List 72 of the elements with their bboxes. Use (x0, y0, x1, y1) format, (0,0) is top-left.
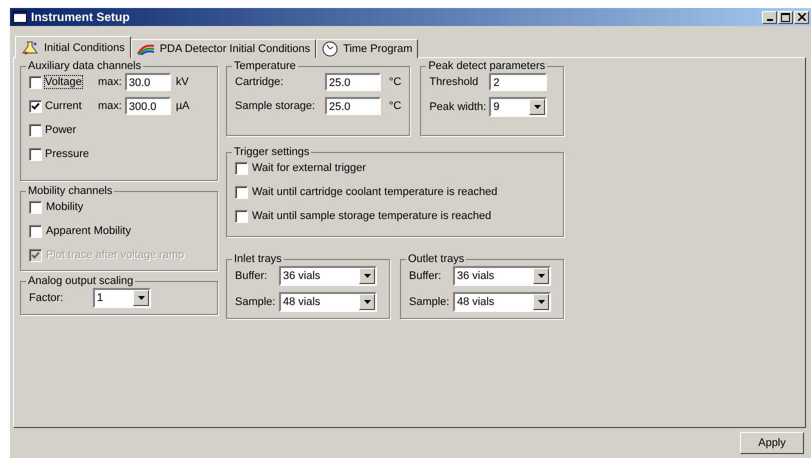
checkbox[interactable] (29, 124, 42, 136)
tab[interactable]: Time Program (316, 39, 418, 58)
input-field[interactable]: 2 (489, 73, 548, 91)
checkbox[interactable] (29, 76, 42, 88)
unit-label: µA (176, 100, 190, 112)
field-label: max: (98, 100, 122, 112)
field-label: Buffer: (235, 270, 268, 282)
maximize-icon (781, 12, 790, 22)
input-field[interactable]: 25.0 (325, 97, 381, 115)
checkbox-label[interactable]: Wait until cartridge coolant temperature is reached (252, 186, 498, 198)
tab[interactable]: PDA Detector Initial Conditions (130, 39, 316, 58)
group-title: Peak detect parameters (427, 60, 546, 72)
checkbox-label[interactable]: Wait for external trigger (252, 162, 366, 174)
checkbox-label[interactable]: Power (45, 124, 76, 136)
tray-dropdown[interactable]: 36 vials (453, 266, 551, 286)
group-title: Outlet trays (407, 253, 466, 265)
field-label: Threshold (429, 76, 480, 88)
checkbox-label[interactable]: Pressure (45, 148, 90, 160)
tray-dropdown[interactable]: 48 vials (279, 292, 377, 312)
group-title: Trigger settings (233, 146, 310, 158)
checkbox-label[interactable]: Voltage (45, 76, 82, 88)
checkbox[interactable] (29, 148, 42, 160)
unit-label: kV (176, 76, 189, 88)
caret-icon (364, 300, 370, 304)
minimize-button[interactable] (762, 10, 777, 24)
group-title: Auxiliary data channels (27, 60, 142, 72)
field-label: Cartridge: (235, 76, 284, 88)
field-label: Peak width: (429, 101, 486, 113)
input-field[interactable]: 25.0 (325, 73, 381, 91)
tray-dropdown[interactable]: 36 vials (279, 266, 377, 286)
flask-icon (21, 40, 39, 54)
peak-width-dropdown[interactable]: 9 (489, 97, 548, 117)
caret-icon (538, 274, 544, 278)
field-label: Sample storage: (235, 100, 316, 112)
checkbox-label[interactable]: Current (45, 100, 82, 112)
field-label: max: (98, 76, 122, 88)
unit-label: °C (389, 100, 402, 112)
checkbox[interactable] (235, 186, 248, 198)
field-label: Buffer: (409, 270, 442, 282)
field-label: Factor: (29, 292, 64, 304)
checkbox-label[interactable]: Apparent Mobility (46, 225, 131, 237)
checkbox[interactable] (29, 200, 42, 214)
checkbox-label[interactable]: Wait until sample storage temperature is reached (252, 210, 492, 222)
field-label: Sample: (409, 296, 449, 308)
unit-label: °C (389, 76, 402, 88)
rainbow-icon (136, 43, 155, 55)
apply-button[interactable]: Apply (740, 432, 804, 454)
checkbox[interactable] (29, 100, 42, 112)
caret-icon (538, 300, 544, 304)
group-title: Temperature (233, 60, 297, 72)
window-title: Instrument Setup (31, 10, 130, 24)
caret-icon (534, 105, 541, 109)
maximize-button[interactable] (778, 10, 793, 24)
group-title: Inlet trays (233, 253, 283, 265)
checkbox[interactable] (235, 210, 248, 222)
group-title: Analog output scaling (27, 275, 134, 287)
tab[interactable]: Initial Conditions (15, 36, 131, 58)
close-icon (798, 13, 806, 21)
close-button[interactable] (794, 10, 809, 24)
field-label: Sample: (235, 296, 275, 308)
checkbox[interactable] (235, 162, 248, 174)
tray-dropdown[interactable]: 48 vials (453, 292, 551, 312)
window-icon (13, 11, 27, 23)
caret-icon (364, 274, 370, 278)
caret-icon (138, 296, 144, 300)
input-field[interactable]: 30.0 (124, 73, 171, 91)
checkbox-label[interactable]: Mobility (46, 201, 84, 213)
group-title: Mobility channels (27, 185, 114, 197)
factor-dropdown[interactable]: 1 (93, 288, 151, 308)
clock-icon (322, 41, 338, 57)
input-field[interactable]: 300.0 (124, 97, 171, 115)
checkbox[interactable] (29, 224, 42, 238)
